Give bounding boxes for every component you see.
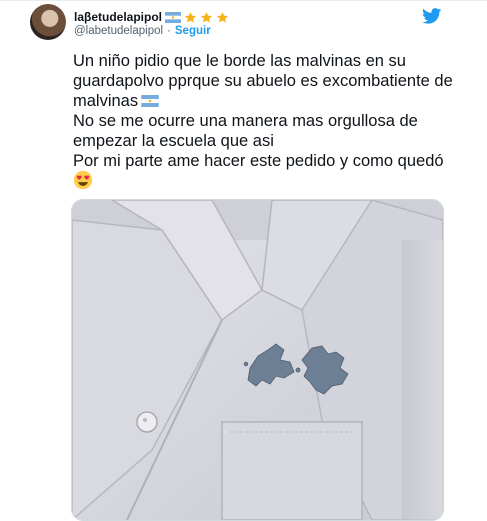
argentina-flag-icon (165, 11, 182, 23)
author-name-row[interactable]: laβetudelapipol (74, 9, 229, 25)
star-icon (216, 11, 229, 23)
tweet-line: malvinas (73, 92, 139, 110)
tweet-line: guardapolvo pprque su abuelo es excombat… (73, 72, 453, 90)
tweet-line: No se me ocurre una manera mas orgullosa… (73, 112, 418, 130)
star-icon (184, 11, 197, 23)
embroidered-school-coat-image (72, 200, 443, 520)
smiling-face-with-heart-eyes-icon (73, 170, 93, 190)
avatar[interactable] (30, 4, 66, 40)
twitter-bird-icon[interactable] (422, 8, 442, 24)
tweet-line: empezar la escuela que asi (73, 132, 274, 150)
follow-button[interactable]: Seguir (175, 25, 211, 37)
author-handle[interactable]: @labetudelapipol (74, 25, 163, 37)
separator-dot: · (167, 25, 171, 37)
tweet-card: laβetudelapipol @labetudelapipol · Segui… (0, 0, 487, 521)
argentina-flag-icon (141, 95, 159, 107)
top-divider (0, 0, 487, 1)
star-icon (200, 11, 213, 23)
author-display-name[interactable]: laβetudelapipol (74, 10, 162, 24)
tweet-media-photo[interactable] (71, 199, 444, 521)
tweet-line: Por mi parte ame hacer este pedido y com… (73, 152, 444, 170)
tweet-line: Un niño pidio que le borde las malvinas … (73, 52, 406, 70)
tweet-line-with-flag: malvinas (73, 91, 453, 111)
author-handle-row: @labetudelapipol · Seguir (74, 25, 211, 37)
tweet-text: Un niño pidio que le borde las malvinas … (73, 51, 453, 190)
